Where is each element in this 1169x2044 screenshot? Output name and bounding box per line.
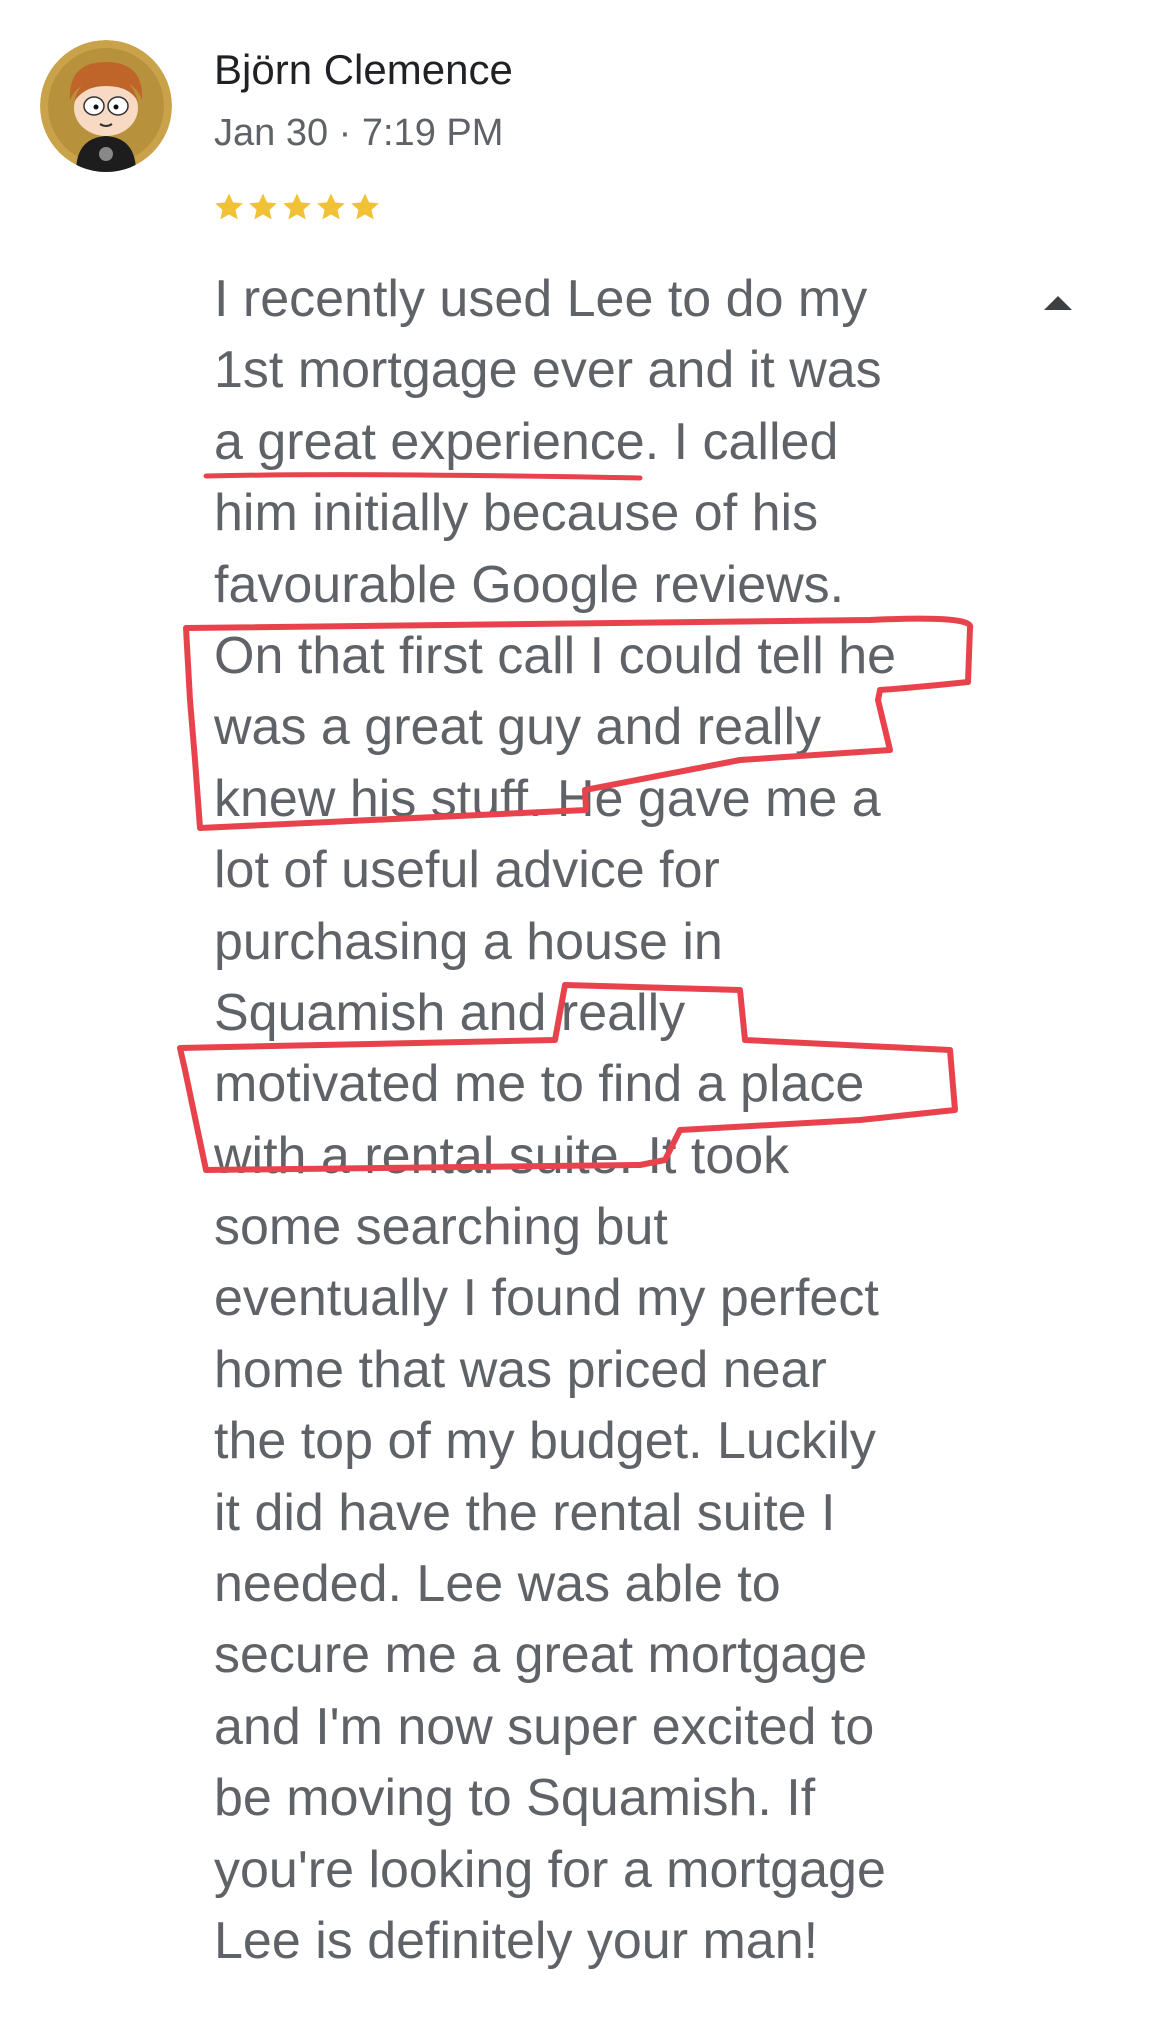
review-line: On that first call I could tell he [214,626,897,685]
review-line: him initially because of his [214,484,819,543]
review-line: knew his stuff. He gave me a [214,769,881,828]
review-line: was a great guy and really [214,698,822,757]
cartoon-avatar-icon [40,40,172,172]
reviewer-name[interactable]: Björn Clemence [214,46,513,94]
review-line: Lee is definitely your man! [214,1911,819,1970]
star-icon [317,193,345,220]
review-line: needed. Lee was able to [214,1555,781,1614]
review-line: it did have the rental suite I [214,1483,836,1542]
review-line: favourable Google reviews. [214,555,845,614]
review-text: I recently used Lee to do my 1st mortgag… [214,264,1004,1977]
review-line: Squamish and really [214,983,686,1042]
review-line: I recently used Lee to do my [214,270,868,328]
star-icon [215,193,243,220]
review-line: the top of my budget. Luckily [214,1412,876,1471]
review-line: with a rental suite. It took [214,1126,790,1185]
star-rating [212,190,382,224]
review-line: you're looking for a mortgage [214,1840,886,1899]
review-line: some searching but [214,1198,668,1257]
star-icon [249,193,277,220]
review-line: lot of useful advice for [214,841,720,900]
review-timestamp: Jan 30 · 7:19 PM [214,112,504,154]
review-line: motivated me to find a place [214,1055,865,1114]
star-icon [283,193,311,220]
review-line: be moving to Squamish. If [214,1769,816,1828]
review-line: and I'm now super excited to [214,1697,875,1756]
caret-up-icon[interactable] [1040,290,1076,314]
review-line: a great experience. I called [214,412,839,471]
review-line: eventually I found my perfect [214,1269,879,1328]
reviewer-avatar[interactable] [40,40,172,172]
star-icon [351,193,379,220]
review-line: purchasing a house in [214,912,723,971]
review-line: 1st mortgage ever and it was [214,341,882,400]
review-line: secure me a great mortgage [214,1626,868,1685]
review-line: home that was priced near [214,1340,827,1399]
review-card: Björn Clemence Jan 30 · 7:19 PM I recent… [0,0,1169,2044]
